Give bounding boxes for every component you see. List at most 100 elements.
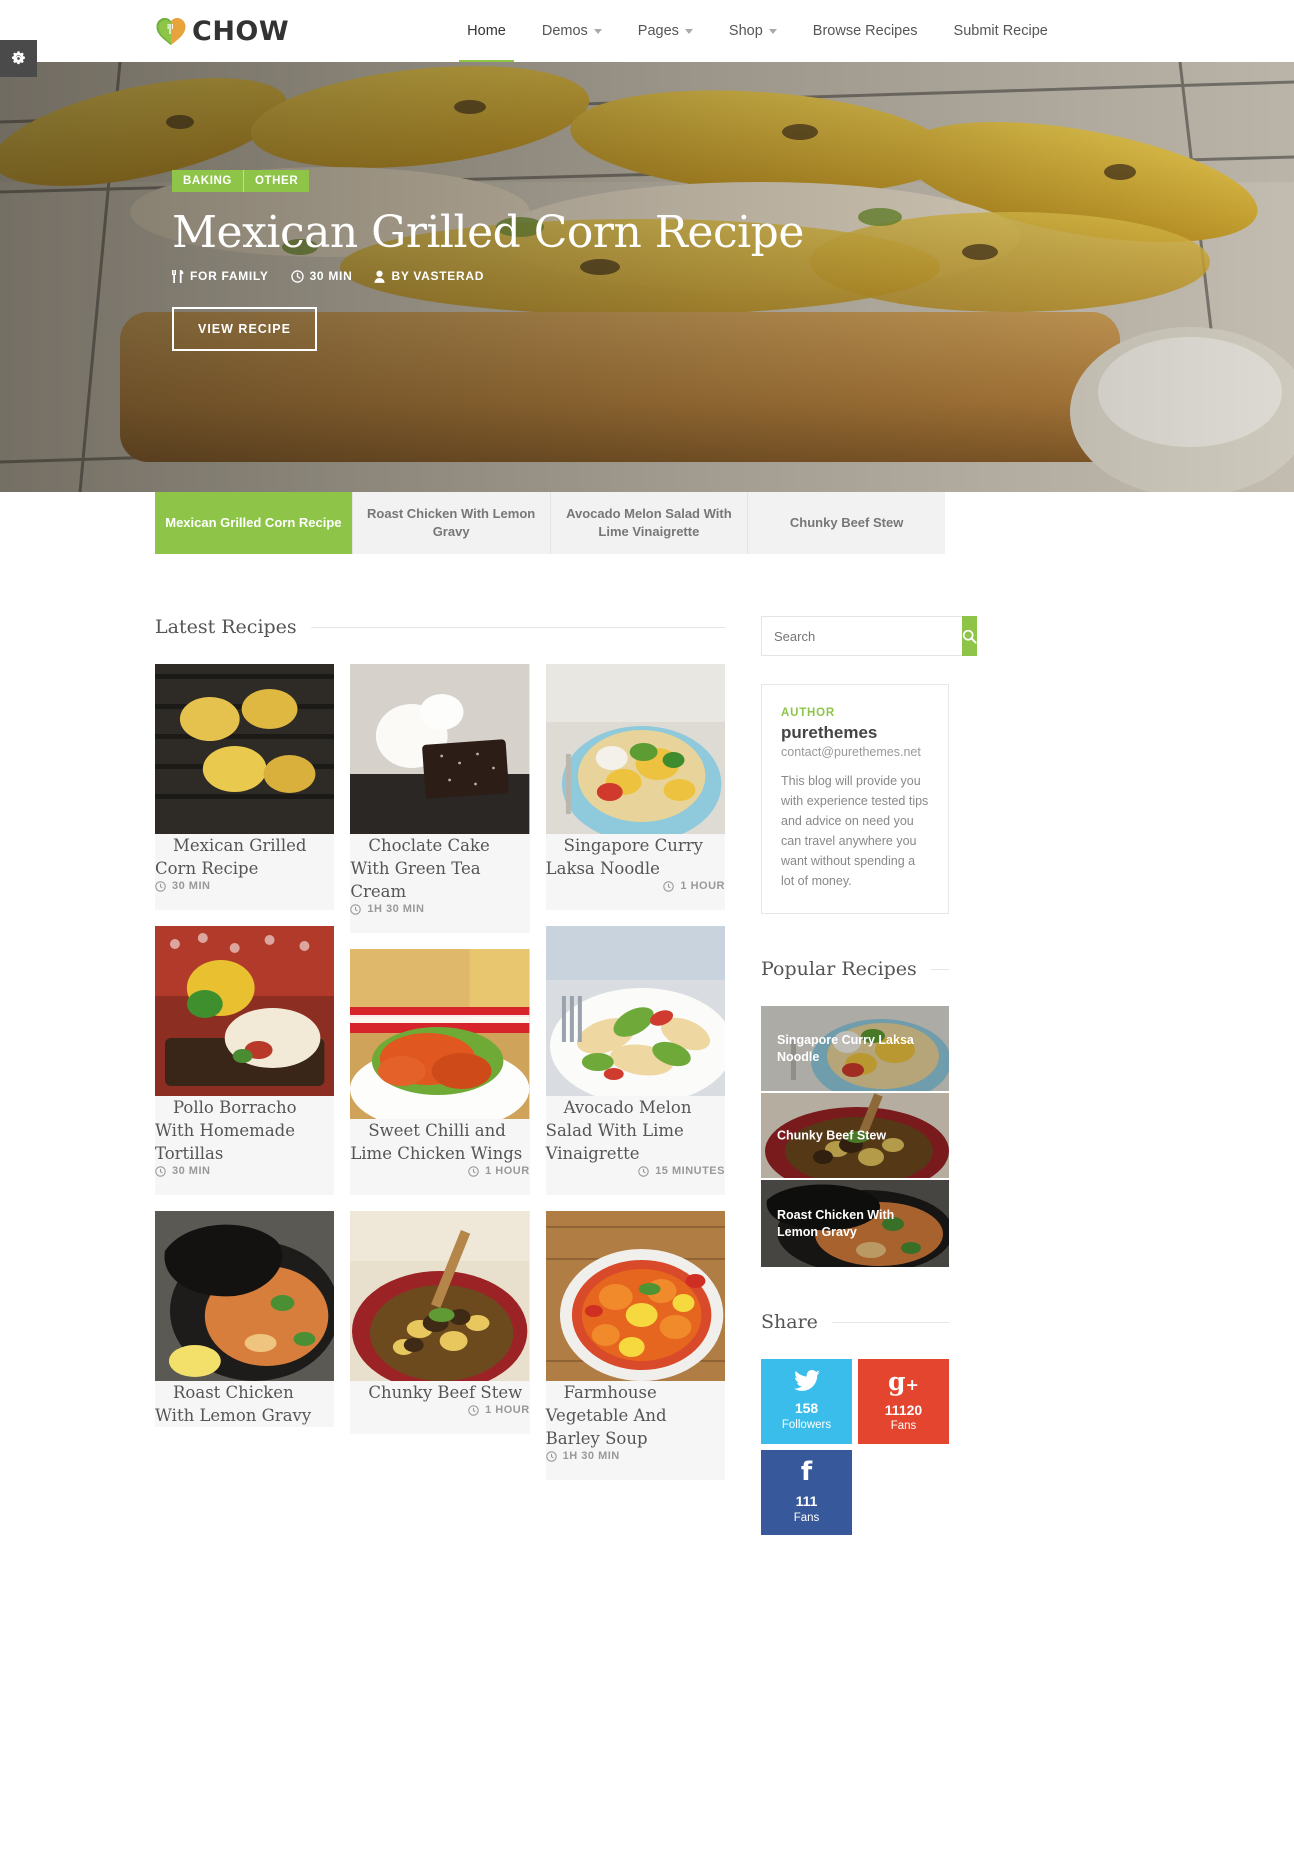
recipe-time: 1 HOUR xyxy=(546,880,725,892)
recipe-card[interactable]: Farmhouse Vegetable And Barley Soup 1H 3… xyxy=(545,1211,725,1480)
recipe-card-body: Farmhouse Vegetable And Barley Soup 1H 3… xyxy=(546,1369,725,1493)
hero-title: Mexican Grilled Corn Recipe xyxy=(172,207,804,258)
share-tile-twitter[interactable]: 158 Followers xyxy=(761,1359,852,1444)
nav-label: Pages xyxy=(637,23,679,39)
popular-recipe-item[interactable]: Chunky Beef Stew xyxy=(761,1093,949,1180)
recipe-time: 1H 30 MIN xyxy=(545,1450,725,1462)
recipe-card[interactable]: Singapore Curry Laksa Noodle 1 HOUR xyxy=(545,664,725,910)
recipe-card[interactable]: Choclate Cake With Green Tea Cream 1H 30… xyxy=(350,664,530,933)
search-widget xyxy=(761,616,977,656)
nav-label: Submit Recipe xyxy=(953,23,1048,39)
nav-item-shop[interactable]: Shop xyxy=(711,0,795,62)
recipe-title: Chunky Beef Stew xyxy=(368,1383,523,1402)
slider-tab-0[interactable]: Mexican Grilled Corn Recipe xyxy=(155,492,353,554)
chevron-down-icon xyxy=(768,28,777,34)
recipe-card-body: Avocado Melon Salad With Lime Vinaigrett… xyxy=(546,1084,725,1208)
hero-category-list: BAKING OTHER xyxy=(172,170,804,192)
recipe-card-body: Sweet Chilli and Lime Chicken Wings 1 HO… xyxy=(350,1107,529,1208)
popular-recipes-list: Singapore Curry Laksa Noodle Chunky Beef… xyxy=(761,1006,949,1267)
recipe-title: Choclate Cake With Green Tea Cream xyxy=(350,836,490,901)
recipe-time: 30 MIN xyxy=(155,1165,334,1177)
hero-meta: FOR FAMILY 30 MIN BY VASTERAD xyxy=(172,269,804,283)
recipe-card[interactable]: Pollo Borracho With Homemade Tortillas 3… xyxy=(155,926,335,1195)
popular-recipe-title: Singapore Curry Laksa Noodle xyxy=(777,1032,914,1064)
hero-category-other[interactable]: OTHER xyxy=(243,170,310,192)
nav-item-submit-recipe[interactable]: Submit Recipe xyxy=(936,0,1066,62)
latest-recipes-header: Latest Recipes xyxy=(155,616,725,638)
clock-icon xyxy=(155,880,166,892)
hero-slider[interactable]: BAKING OTHER Mexican Grilled Corn Recipe… xyxy=(0,62,1294,492)
nav-item-demos[interactable]: Demos xyxy=(524,0,620,62)
share-tiles: 158 Followers g+ 11120 Fans f 111 Fans xyxy=(761,1359,949,1535)
nav-label: Shop xyxy=(728,23,763,39)
recipe-thumbnail-chicken-wings xyxy=(350,949,530,1119)
recipe-thumbnail-grilled-corn xyxy=(155,664,335,834)
search-button[interactable] xyxy=(962,616,977,656)
recipe-card[interactable]: Mexican Grilled Corn Recipe 30 MIN xyxy=(155,664,335,910)
popular-recipes-widget: Popular Recipes Singapore Curry Laksa No… xyxy=(761,958,949,1267)
clock-icon xyxy=(638,1165,649,1177)
slider-tab-1[interactable]: Roast Chicken With Lemon Gravy xyxy=(352,492,551,554)
settings-gear-button[interactable] xyxy=(0,40,37,77)
recipe-title: Mexican Grilled Corn Recipe xyxy=(155,836,307,878)
recipe-time-label: 30 MIN xyxy=(172,880,211,892)
hero-meta-label: FOR FAMILY xyxy=(190,269,269,283)
popular-recipe-title: Chunky Beef Stew xyxy=(777,1128,887,1142)
recipe-time: 1H 30 MIN xyxy=(350,903,529,915)
recipe-card[interactable]: Roast Chicken With Lemon Gravy xyxy=(155,1211,335,1427)
author-email[interactable]: contact@purethemes.net xyxy=(781,745,929,759)
nav-label: Demos xyxy=(541,23,588,39)
view-recipe-button[interactable]: VIEW RECIPE xyxy=(172,307,317,351)
share-label: Fans xyxy=(793,1511,820,1524)
recipe-thumbnail-barley-soup xyxy=(545,1211,725,1381)
recipe-time-label: 1 HOUR xyxy=(485,1165,530,1177)
recipe-card[interactable]: Chunky Beef Stew 1 HOUR xyxy=(350,1211,530,1434)
share-widget: Share 158 Followers g+ 11120 Fans f 111 … xyxy=(761,1311,949,1535)
chevron-down-icon xyxy=(593,28,602,34)
recipe-card[interactable]: Avocado Melon Salad With Lime Vinaigrett… xyxy=(545,926,725,1195)
recipe-grid: Mexican Grilled Corn Recipe 30 MIN Pollo… xyxy=(155,664,725,1496)
clock-icon xyxy=(545,1450,557,1462)
slider-tab-3[interactable]: Chunky Beef Stew xyxy=(748,492,945,554)
divider xyxy=(310,626,725,628)
slider-tab-2[interactable]: Avocado Melon Salad With Lime Vinaigrett… xyxy=(550,492,749,554)
facebook-icon: f xyxy=(800,1457,813,1488)
share-tile-facebook[interactable]: f 111 Fans xyxy=(761,1450,852,1535)
latest-recipes-section: Latest Recipes Mexican Grilled Corn Reci… xyxy=(155,616,725,1535)
recipe-time-label: 1H 30 MIN xyxy=(367,903,425,915)
slider-thumbnail-tabs: Mexican Grilled Corn Recipe Roast Chicke… xyxy=(155,492,945,554)
popular-recipe-item[interactable]: Singapore Curry Laksa Noodle xyxy=(761,1006,949,1093)
recipe-time: 1 HOUR xyxy=(350,1165,529,1177)
share-tile-google-plus[interactable]: g+ 11120 Fans xyxy=(858,1359,949,1444)
recipe-card[interactable]: Sweet Chilli and Lime Chicken Wings 1 HO… xyxy=(350,949,530,1195)
recipe-title: Farmhouse Vegetable And Barley Soup xyxy=(545,1383,667,1448)
recipe-thumbnail-avocado-salad xyxy=(545,926,725,1096)
author-bio: This blog will provide you with experien… xyxy=(781,774,929,888)
popular-recipe-item[interactable]: Roast Chicken With Lemon Gravy xyxy=(761,1180,949,1267)
gear-icon xyxy=(12,51,25,65)
recipe-time-label: 15 MINUTES xyxy=(655,1165,725,1177)
share-count: 111 xyxy=(795,1493,818,1510)
content-area: Latest Recipes Mexican Grilled Corn Reci… xyxy=(155,616,1139,1535)
page-root: CHOW Home Demos Pages Shop Browse Recipe… xyxy=(0,0,1294,1575)
section-title: Share xyxy=(761,1311,818,1333)
share-header: Share xyxy=(761,1311,949,1333)
nav-item-browse-recipes[interactable]: Browse Recipes xyxy=(795,0,936,62)
nav-label: Home xyxy=(467,23,506,39)
brand-name: CHOW xyxy=(192,15,290,47)
recipe-title: Avocado Melon Salad With Lime Vinaigrett… xyxy=(545,1098,692,1163)
share-label: Fans xyxy=(890,1420,917,1433)
recipe-card-body: Singapore Curry Laksa Noodle 1 HOUR xyxy=(546,822,725,923)
recipe-time-label: 1H 30 MIN xyxy=(562,1450,620,1462)
recipe-thumbnail-tortillas xyxy=(155,926,335,1096)
nav-item-pages[interactable]: Pages xyxy=(620,0,711,62)
user-icon xyxy=(374,270,385,283)
nav-item-home[interactable]: Home xyxy=(449,0,524,62)
author-name: purethemes xyxy=(781,723,878,742)
hero-meta-label: 30 MIN xyxy=(309,269,353,283)
author-widget: AUTHOR purethemes contact@purethemes.net… xyxy=(761,684,949,914)
share-label: Followers xyxy=(781,1418,832,1431)
search-input[interactable] xyxy=(761,616,962,656)
hero-category-baking[interactable]: BAKING xyxy=(172,170,244,192)
brand-logo[interactable]: CHOW xyxy=(155,16,289,46)
